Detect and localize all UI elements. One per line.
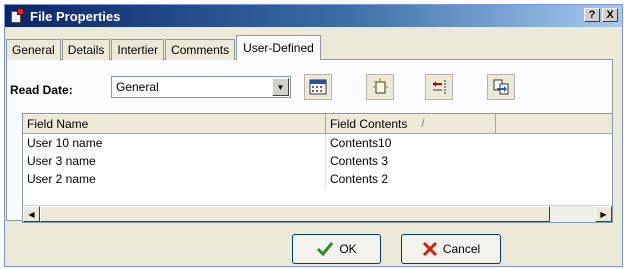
column-header-field-name[interactable]: Field Name <box>23 114 326 134</box>
checkmark-icon <box>317 242 334 257</box>
delete-field-icon <box>433 80 446 94</box>
scrollbar-thumb[interactable] <box>40 206 550 222</box>
cancel-label: Cancel <box>442 242 481 256</box>
cancel-button[interactable]: Cancel <box>401 234 501 264</box>
table-row[interactable]: User 10 name Contents10 <box>23 134 612 152</box>
scroll-left-icon[interactable]: ◀ <box>23 206 40 222</box>
tab-user-defined[interactable]: User-Defined <box>236 35 321 60</box>
sort-indicator: / <box>421 118 425 130</box>
tab-general[interactable]: General <box>6 39 61 60</box>
scroll-right-icon[interactable]: ▶ <box>595 206 612 222</box>
title-bar: File Properties ? X <box>5 5 622 27</box>
tab-details[interactable]: Details <box>61 39 111 60</box>
table-row[interactable]: User 2 name Contents 2 <box>23 170 612 188</box>
field-name-cell: User 2 name <box>23 170 326 188</box>
cancel-x-icon <box>422 241 437 257</box>
new-field-icon <box>373 78 388 94</box>
ok-label: OK <box>339 242 357 256</box>
tab-strip: General Details Intertier Comments User-… <box>6 34 322 60</box>
field-name-cell: User 10 name <box>23 134 326 152</box>
field-name-cell: User 3 name <box>23 152 326 170</box>
tab-comments[interactable]: Comments <box>165 39 236 60</box>
read-date-label: Read Date: <box>10 83 73 97</box>
horizontal-scrollbar[interactable]: ◀ ▶ <box>23 205 612 222</box>
chevron-down-icon[interactable]: ▼ <box>272 78 289 96</box>
column-header-field-contents[interactable]: Field Contents / <box>326 114 496 134</box>
ok-button[interactable]: OK <box>292 234 381 264</box>
export-button[interactable] <box>487 74 515 100</box>
read-date-value: General <box>116 80 159 94</box>
help-button[interactable]: ? <box>584 8 600 22</box>
file-properties-icon <box>9 8 25 24</box>
read-date-toolbar: Read Date: General ▼ <box>10 74 515 104</box>
read-date-combo[interactable]: General ▼ <box>111 76 291 98</box>
window-title: File Properties <box>30 8 121 24</box>
export-icon <box>493 79 509 95</box>
user-fields-grid: Field Name Field Contents / User 10 name… <box>22 113 613 223</box>
calendar-button[interactable] <box>304 74 332 100</box>
calendar-icon <box>309 79 327 95</box>
field-contents-cell: Contents 3 <box>330 154 389 168</box>
delete-field-button[interactable] <box>425 74 453 100</box>
new-field-button[interactable] <box>366 74 394 100</box>
grid-header: Field Name Field Contents / <box>23 114 612 134</box>
table-row[interactable]: User 3 name Contents 3 <box>23 152 612 170</box>
close-button[interactable]: X <box>602 8 618 22</box>
tab-intertier[interactable]: Intertier <box>111 39 165 60</box>
field-contents-cell: Contents10 <box>330 136 392 150</box>
field-contents-cell: Contents 2 <box>330 172 389 186</box>
